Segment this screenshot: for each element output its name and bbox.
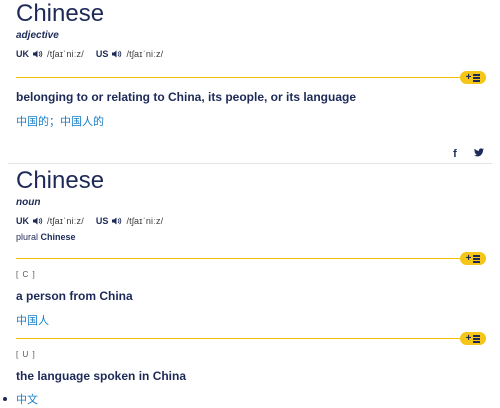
share-bar: f (450, 148, 484, 160)
plural-value: Chinese (40, 232, 76, 242)
entry-noun: Chinese noun UK /tʃaɪˈniːz/ US /tʃaɪˈniː… (16, 167, 486, 242)
definition: belonging to or relating to China, its p… (16, 90, 357, 104)
list-icon (473, 335, 481, 343)
uk-label: UK (16, 216, 29, 226)
pronunciation-row: UK /tʃaɪˈniːz/ US /tʃaɪˈniːz/ (16, 49, 486, 59)
plural-form: plural Chinese (16, 232, 486, 242)
plus-icon: + (465, 72, 472, 83)
definition: the language spoken in China (16, 369, 187, 383)
add-to-list-button[interactable]: + (460, 332, 486, 345)
plus-icon: + (465, 333, 472, 344)
pronunciation-row: UK /tʃaɪˈniːz/ US /tʃaɪˈniːz/ (16, 216, 486, 226)
uk-ipa: /tʃaɪˈniːz/ (47, 49, 84, 59)
headword: Chinese (16, 167, 105, 194)
definition: a person from China (16, 289, 133, 303)
sense-divider: + (16, 252, 486, 266)
plural-label: plural (16, 232, 39, 242)
entry-adjective: Chinese adjective UK /tʃaɪˈniːz/ US /tʃa… (16, 0, 486, 59)
add-to-list-button[interactable]: + (460, 71, 486, 84)
us-ipa: /tʃaɪˈniːz/ (126, 49, 164, 59)
list-icon (473, 74, 481, 82)
speaker-icon[interactable] (112, 217, 122, 225)
add-to-list-button[interactable]: + (460, 252, 486, 265)
sense-divider: + (16, 71, 486, 85)
us-label: US (95, 216, 109, 226)
sense-divider: + (16, 332, 486, 346)
translation: 中文 (16, 394, 38, 406)
us-label: US (95, 49, 109, 59)
twitter-icon[interactable] (474, 148, 484, 160)
headword: Chinese (16, 0, 105, 27)
translation: 中国的；中国人的 (16, 116, 104, 128)
uk-ipa: /tʃaɪˈniːz/ (47, 216, 84, 226)
grammar-code: [ U ] (16, 350, 36, 359)
speaker-icon[interactable] (33, 50, 43, 58)
facebook-icon[interactable]: f (450, 148, 460, 160)
speaker-icon[interactable] (33, 217, 43, 225)
plus-icon: + (465, 253, 472, 264)
translation: 中国人 (16, 315, 49, 327)
part-of-speech: adjective (16, 30, 59, 41)
part-of-speech: noun (16, 197, 41, 208)
grammar-code: [ C ] (16, 270, 36, 279)
uk-label: UK (16, 49, 29, 59)
us-ipa: /tʃaɪˈniːz/ (126, 216, 164, 226)
list-bullet (3, 397, 7, 401)
speaker-icon[interactable] (112, 50, 122, 58)
list-icon (473, 255, 481, 263)
entry-divider (8, 163, 492, 164)
